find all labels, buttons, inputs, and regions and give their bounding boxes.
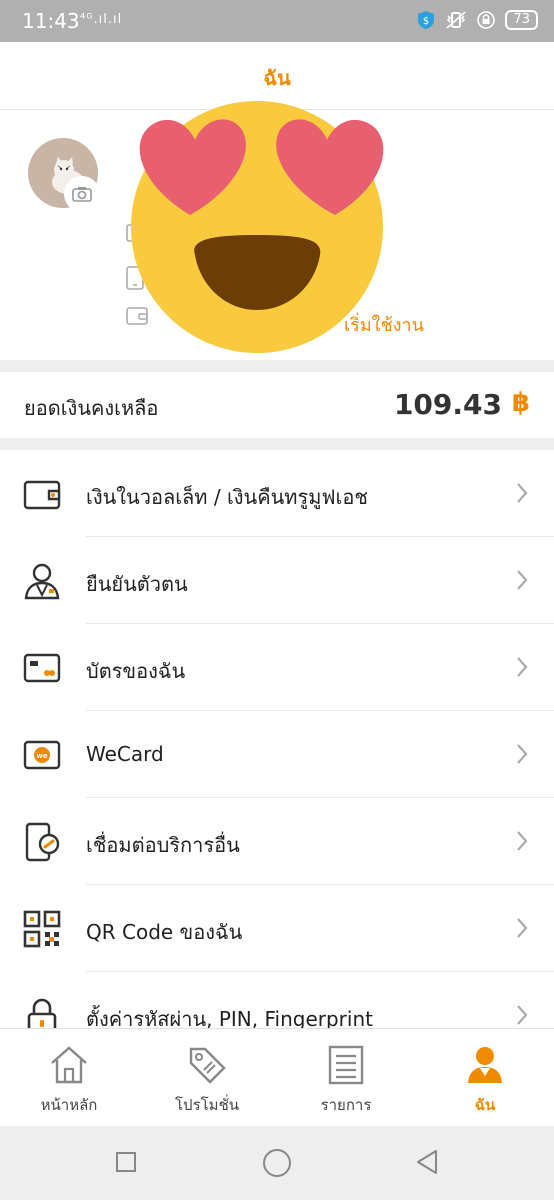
heart-eyes-emoji-icon (131, 101, 384, 353)
menu-item-label: WeCard (86, 742, 164, 766)
nav-label: หน้าหลัก (40, 1096, 98, 1114)
system-nav-bar (0, 1126, 554, 1200)
card-icon (23, 653, 61, 683)
vibrate-icon (446, 11, 466, 29)
menu-item-label: เงินในวอลเล็ท / เงินคืนทรูมูฟเอช (86, 485, 368, 509)
signal-icon: ⁴ᴳ.ıl.ıl (80, 12, 123, 27)
user-icon (468, 1047, 502, 1083)
page-title: ฉัน (263, 66, 291, 90)
lock-icon (27, 998, 57, 1028)
nav-me[interactable]: ฉัน (416, 1029, 554, 1127)
svg-text:we: we (36, 752, 47, 760)
nav-label: โปรโมชั่น (174, 1096, 239, 1114)
chevron-right-icon (517, 570, 528, 590)
nav-label: ฉัน (474, 1096, 496, 1114)
menu-item-link-services[interactable]: เชื่อมต่อบริการอื่น (0, 798, 554, 885)
status-time: 11:43 (22, 9, 80, 33)
chevron-right-icon (517, 657, 528, 677)
bottom-nav: หน้าหลัก โปรโมชั่น รายการ ฉัน (0, 1028, 554, 1126)
nav-promotions[interactable]: โปรโมชั่น (138, 1029, 276, 1127)
status-icons: $ 73 (417, 10, 538, 30)
shield-icon: $ (418, 11, 435, 29)
identity-icon (24, 563, 60, 600)
recent-apps-button[interactable] (115, 1151, 137, 1173)
back-button[interactable] (414, 1148, 440, 1176)
baht-icon: ฿ (511, 388, 530, 418)
nav-label: รายการ (320, 1096, 372, 1114)
camera-icon (72, 187, 92, 202)
menu-list: เงินในวอลเล็ท / เงินคืนทรูมูฟเอช ยืนยันต… (0, 450, 554, 1028)
menu-item-my-cards[interactable]: บัตรของฉัน (0, 624, 554, 711)
chevron-right-icon (517, 831, 528, 851)
chevron-right-icon (517, 1005, 528, 1025)
svg-text:$: $ (423, 16, 429, 27)
list-icon (328, 1045, 364, 1085)
battery-icon: 73 (505, 10, 538, 30)
menu-item-identity[interactable]: ยืนยันตัวตน (0, 537, 554, 624)
link-service-icon (25, 822, 60, 862)
chevron-right-icon (517, 483, 528, 503)
nav-home[interactable]: หน้าหลัก (0, 1029, 138, 1127)
wecard-icon: we (23, 740, 61, 770)
section-divider (0, 438, 554, 450)
tag-icon (189, 1047, 226, 1084)
chevron-right-icon (517, 744, 528, 764)
menu-item-wecard[interactable]: we WeCard (0, 711, 554, 798)
menu-item-wallet[interactable]: เงินในวอลเล็ท / เงินคืนทรูมูฟเอช (0, 450, 554, 537)
menu-item-label: ยืนยันตัวตน (86, 572, 188, 596)
nav-transactions[interactable]: รายการ (277, 1029, 415, 1127)
status-bar: 11:43 ⁴ᴳ.ıl.ıl $ 73 (0, 0, 554, 42)
menu-item-label: เชื่อมต่อบริการอื่น (86, 833, 240, 857)
menu-item-label: QR Code ของฉัน (86, 920, 243, 944)
home-icon (51, 1046, 87, 1084)
balance-row[interactable]: ยอดเงินคงเหลือ 109.43 ฿ (0, 372, 554, 438)
section-divider (0, 360, 554, 372)
home-button[interactable] (262, 1148, 292, 1178)
lock-status-icon (477, 11, 496, 29)
menu-item-qr-code[interactable]: QR Code ของฉัน (0, 885, 554, 972)
menu-item-label: ตั้งค่ารหัสผ่าน, PIN, Fingerprint (86, 1007, 373, 1028)
wallet-icon (23, 480, 61, 510)
balance-amount: 109.43 (393, 388, 502, 421)
qr-code-icon (23, 910, 61, 948)
menu-item-label: บัตรของฉัน (86, 659, 186, 683)
balance-label: ยอดเงินคงเหลือ (24, 396, 159, 420)
chevron-right-icon (517, 918, 528, 938)
camera-button[interactable] (64, 176, 100, 212)
menu-item-security[interactable]: ตั้งค่ารหัสผ่าน, PIN, Fingerprint (0, 972, 554, 1028)
